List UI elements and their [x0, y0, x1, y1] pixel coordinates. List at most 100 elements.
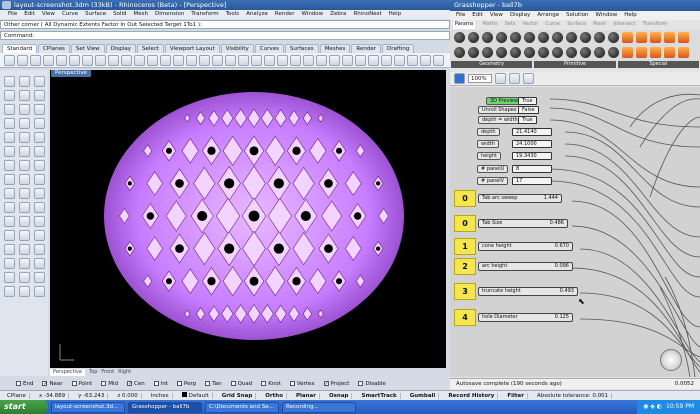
component-icon[interactable] [468, 32, 479, 43]
tool-icon[interactable] [4, 90, 15, 101]
param-depth[interactable]: depth [477, 128, 500, 136]
toolbar-tab-drafting[interactable]: Drafting [382, 44, 415, 53]
view-tab-perspective[interactable]: Perspective [50, 369, 85, 376]
gh-menu-edit[interactable]: Edit [472, 12, 483, 19]
component-icon[interactable] [496, 47, 507, 58]
toolbar-button-icon[interactable] [342, 55, 353, 66]
rhino-menu-help[interactable]: Help [389, 11, 402, 19]
eye-icon[interactable] [495, 73, 506, 84]
rhino-menu-analyze[interactable]: Analyze [246, 11, 268, 19]
param-value[interactable]: 17 [512, 177, 552, 185]
ribbon-group-geometry[interactable]: Geometry [451, 61, 533, 68]
osnap-project[interactable]: Project [323, 381, 349, 387]
toolbar-button-icon[interactable] [160, 55, 171, 66]
param-value[interactable]: True [518, 97, 537, 105]
osnap-knot[interactable]: Knot [261, 381, 281, 387]
component-icon[interactable] [636, 47, 647, 58]
osnap-perp[interactable]: Perp [177, 381, 196, 387]
osnap-tan[interactable]: Tan [205, 381, 222, 387]
gh-menu-window[interactable]: Window [596, 12, 618, 19]
gh-tab-vector[interactable]: Vector [522, 21, 538, 29]
osnap-checkbox[interactable] [289, 381, 295, 386]
status-grid-snap[interactable]: Grid Snap [219, 392, 257, 399]
tool-icon[interactable] [19, 286, 30, 297]
gh-menu-file[interactable]: File [456, 12, 465, 19]
toolbar-button-icon[interactable] [420, 55, 431, 66]
rhino-menu-surface[interactable]: Surface [85, 11, 106, 19]
tool-icon[interactable] [19, 132, 30, 143]
command-input[interactable]: Command: [0, 31, 450, 40]
gh-canvas[interactable]: 3D Preview True Unroll Shapes False depth = … [450, 87, 700, 377]
tool-icon[interactable] [34, 216, 45, 227]
number-panel[interactable]: 4 [454, 309, 476, 326]
osnap-checkbox[interactable] [261, 381, 267, 386]
gh-tab-maths[interactable]: Maths [482, 21, 497, 29]
toolbar-button-icon[interactable] [56, 55, 67, 66]
toolbar-button-icon[interactable] [108, 55, 119, 66]
param--panelu[interactable]: # panelU [477, 165, 509, 173]
param-value[interactable]: 24.1000 [512, 140, 552, 148]
component-icon[interactable] [636, 32, 647, 43]
osnap-checkbox[interactable] [177, 381, 182, 386]
toolbar-button-icon[interactable] [368, 55, 379, 66]
component-icon[interactable] [608, 47, 619, 58]
component-icon[interactable] [454, 47, 465, 58]
component-icon[interactable] [594, 47, 605, 58]
slider-truncate-height[interactable]: truncate height 0.493 [478, 287, 578, 296]
gh-tab-params[interactable]: Params [453, 21, 476, 29]
rhino-menu-zebra[interactable]: Zebra [330, 11, 346, 19]
tool-icon[interactable] [34, 258, 45, 269]
slider-tab-size[interactable]: Tab Size 0.486 [478, 219, 568, 228]
osnap-near[interactable]: Near [42, 381, 63, 387]
toolbar-button-icon[interactable] [134, 55, 145, 66]
tool-icon[interactable] [19, 188, 30, 199]
tool-icon[interactable] [34, 174, 45, 185]
osnap-vertex[interactable]: Vertex [289, 381, 315, 387]
toolbar-button-icon[interactable] [212, 55, 223, 66]
start-button[interactable]: start [0, 400, 48, 414]
toolbar-tab-curves[interactable]: Curves [254, 44, 284, 53]
status-ortho[interactable]: Ortho [262, 392, 287, 399]
gh-tab-sets[interactable]: Sets [505, 21, 516, 29]
status-record-history[interactable]: Record History [445, 392, 499, 399]
toolbar-button-icon[interactable] [303, 55, 314, 66]
viewport-title[interactable]: Perspective [51, 70, 91, 77]
toolbar-button-icon[interactable] [30, 55, 41, 66]
status-smarttrack[interactable]: SmartTrack [358, 392, 401, 399]
gh-menu-solution[interactable]: Solution [566, 12, 588, 19]
param-unroll-shapes[interactable]: Unroll Shapes [478, 106, 521, 114]
component-icon[interactable] [510, 32, 521, 43]
osnap-checkbox[interactable] [16, 381, 21, 386]
rhino-menu-dimension[interactable]: Dimension [155, 11, 184, 19]
component-icon[interactable] [524, 32, 535, 43]
param--panelv[interactable]: # panelV [477, 177, 509, 185]
param-value[interactable]: False [518, 106, 539, 114]
tool-icon[interactable] [34, 244, 45, 255]
number-panel[interactable]: 1 [454, 238, 476, 255]
tool-icon[interactable] [34, 118, 45, 129]
tool-icon[interactable] [4, 286, 15, 297]
osnap-checkbox[interactable] [323, 381, 329, 386]
toolbar-button-icon[interactable] [355, 55, 366, 66]
component-icon[interactable] [664, 47, 675, 58]
tool-icon[interactable] [4, 118, 15, 129]
toolbar-button-icon[interactable] [121, 55, 132, 66]
tool-icon[interactable] [34, 76, 45, 87]
gh-tab-mesh[interactable]: Mesh [593, 21, 606, 29]
toolbar-button-icon[interactable] [277, 55, 288, 66]
rhino-menu-edit[interactable]: Edit [24, 11, 35, 19]
param-height[interactable]: height [477, 152, 501, 160]
osnap-checkbox[interactable] [358, 381, 364, 386]
component-icon[interactable] [678, 47, 689, 58]
tool-icon[interactable] [4, 174, 15, 185]
gh-menu-display[interactable]: Display [510, 12, 530, 19]
status-filter[interactable]: Filter [504, 392, 528, 399]
tool-icon[interactable] [19, 174, 30, 185]
component-icon[interactable] [650, 47, 661, 58]
tool-icon[interactable] [34, 160, 45, 171]
toolbar-tab-set-view[interactable]: Set View [70, 44, 105, 53]
toolbar-button-icon[interactable] [4, 55, 15, 66]
save-icon[interactable] [454, 73, 465, 84]
param-value[interactable]: 19.3430 [512, 152, 552, 160]
tool-icon[interactable] [34, 202, 45, 213]
